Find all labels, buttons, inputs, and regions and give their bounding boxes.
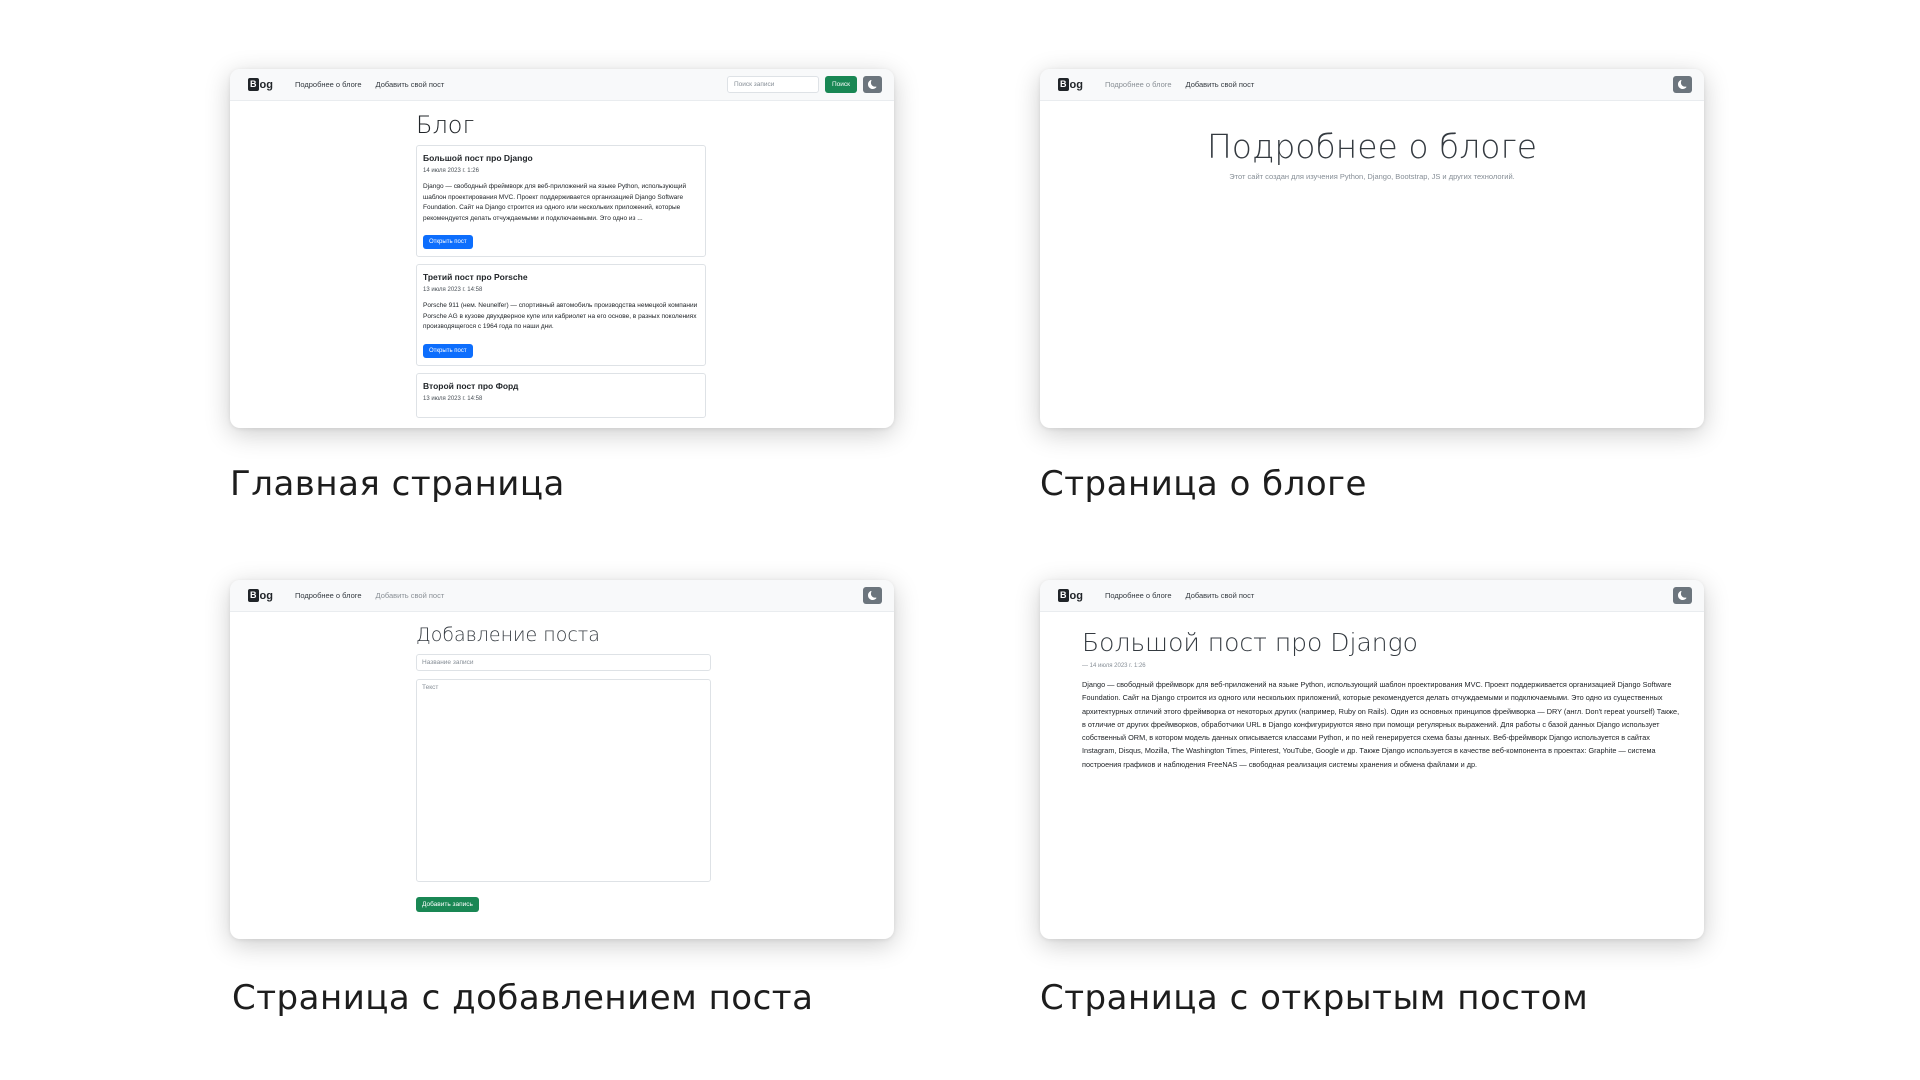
nav-link-about[interactable]: Подробнее о блоге	[1105, 80, 1172, 89]
open-post-page-screenshot: B og Подробнее о блоге Добавить свой пос…	[1040, 580, 1704, 939]
add-post-page-screenshot: B og Подробнее о блоге Добавить свой пос…	[230, 580, 894, 939]
post-title: Третий пост про Porsche	[423, 272, 528, 282]
moon-icon	[1678, 80, 1687, 89]
post-body: Django — свободный фреймворк для веб-при…	[1082, 680, 1680, 769]
search-input[interactable]: Поиск записи	[726, 76, 819, 93]
nav-link-about[interactable]: Подробнее о блоге	[295, 591, 362, 600]
open-post-button[interactable]: Открыть пост	[423, 343, 473, 358]
moon-icon	[868, 80, 877, 89]
logo-text: og	[259, 589, 273, 602]
nav-link-add-post[interactable]: Добавить свой пост	[376, 80, 445, 89]
nav-link-add-post[interactable]: Добавить свой пост	[376, 591, 445, 600]
navbar: B og Подробнее о блоге Добавить свой пос…	[230, 580, 894, 612]
caption-add-post: Страница с добавлением поста	[232, 978, 814, 1018]
page-subtitle: Этот сайт создан для изучения Python, Dj…	[1229, 172, 1515, 181]
nav-link-add-post[interactable]: Добавить свой пост	[1186, 80, 1255, 89]
post-text-textarea[interactable]: Текст	[416, 679, 711, 882]
caption-open-post: Страница с открытым постом	[1040, 978, 1589, 1018]
post-card: Третий пост про Porsche 13 июля 2023 г. …	[416, 264, 706, 366]
theme-toggle-button[interactable]	[1673, 76, 1692, 93]
page-title: Добавление поста	[416, 624, 600, 646]
logo-letter: B	[1058, 78, 1069, 91]
navbar: B og Подробнее о блоге Добавить свой пос…	[230, 69, 894, 101]
add-post-form: Добавление поста Название записи Текст Д…	[416, 624, 711, 912]
logo-text: og	[259, 78, 273, 91]
page-title: Блог	[416, 111, 475, 139]
post-card: Второй пост про Форд 13 июля 2023 г. 14:…	[416, 372, 706, 418]
moon-icon	[1678, 591, 1687, 600]
navbar: B og Подробнее о блоге Добавить свой пос…	[1040, 69, 1704, 101]
nav-link-about[interactable]: Подробнее о блоге	[1105, 591, 1172, 600]
theme-toggle-button[interactable]	[863, 587, 882, 604]
post-card: Большой пост про Django 14 июля 2023 г. …	[416, 145, 706, 257]
caption-home: Главная страница	[230, 464, 565, 504]
post-detail: Большой пост про Django — 14 июля 2023 г…	[1082, 628, 1682, 771]
logo-letter: B	[248, 78, 259, 91]
post-title: Большой пост про Django	[1082, 628, 1418, 657]
navbar: B og Подробнее о блоге Добавить свой пос…	[1040, 580, 1704, 612]
submit-post-button[interactable]: Добавить запись	[416, 897, 479, 912]
post-date: 14 июля 2023 г. 1:26	[423, 168, 479, 174]
home-page-screenshot: B og Подробнее о блоге Добавить свой пос…	[230, 69, 894, 428]
post-date: 13 июля 2023 г. 14:58	[423, 287, 483, 293]
logo[interactable]: B og	[1058, 78, 1083, 91]
open-post-button[interactable]: Открыть пост	[423, 235, 473, 249]
theme-toggle-button[interactable]	[863, 76, 882, 93]
about-page-screenshot: B og Подробнее о блоге Добавить свой пос…	[1040, 69, 1704, 428]
post-text-placeholder: Текст	[422, 684, 439, 691]
logo-text: og	[1069, 589, 1083, 602]
logo[interactable]: B og	[1058, 589, 1083, 602]
posts-list: Блог Большой пост про Django 14 июля 202…	[416, 111, 706, 425]
post-title-placeholder: Название записи	[422, 659, 474, 666]
post-title-input[interactable]: Название записи	[416, 654, 711, 671]
logo[interactable]: B og	[248, 589, 273, 602]
logo[interactable]: B og	[248, 78, 273, 91]
post-date: 13 июля 2023 г. 14:58	[423, 395, 483, 402]
post-excerpt: Django — свободный фреймворк для веб-при…	[423, 183, 687, 222]
search-placeholder: Поиск записи	[733, 81, 775, 88]
post-date: — 14 июля 2023 г. 1:26	[1082, 663, 1146, 669]
nav-link-about[interactable]: Подробнее о блоге	[295, 80, 362, 89]
post-excerpt: Porsche 911 (нем. Neunelfer) — спортивны…	[423, 302, 698, 330]
logo-text: og	[1069, 78, 1083, 91]
page-title: Подробнее о блоге	[1206, 127, 1538, 166]
caption-about: Страница о блоге	[1040, 464, 1367, 504]
post-title: Второй пост про Форд	[423, 380, 519, 391]
moon-icon	[868, 591, 877, 600]
logo-letter: B	[1058, 589, 1069, 602]
search-button[interactable]: Поиск	[824, 76, 857, 93]
nav-link-add-post[interactable]: Добавить свой пост	[1186, 591, 1255, 600]
logo-letter: B	[248, 589, 259, 602]
theme-toggle-button[interactable]	[1673, 587, 1692, 604]
post-title: Большой пост про Django	[423, 153, 533, 163]
